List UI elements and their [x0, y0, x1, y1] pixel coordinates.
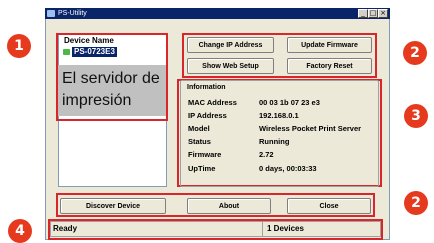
factory-reset-button[interactable]: Factory Reset	[287, 58, 372, 74]
close-button[interactable]: Close	[287, 198, 371, 214]
info-value: 192.168.0.1	[259, 111, 299, 120]
info-row-ip: IP Address 192.168.0.1	[0, 110, 434, 122]
callout-badge: 1	[7, 34, 31, 58]
minimize-button[interactable]: _	[358, 9, 368, 18]
callout-badge: 4	[8, 219, 32, 243]
info-key: UpTime	[188, 164, 216, 173]
change-ip-button[interactable]: Change IP Address	[187, 37, 274, 53]
status-bar	[50, 221, 381, 237]
information-title: Information	[186, 83, 227, 92]
status-divider	[262, 222, 263, 236]
maximize-button[interactable]: □	[368, 9, 378, 18]
info-value: 0 days, 00:03:33	[259, 164, 317, 173]
info-value: Running	[259, 137, 290, 146]
info-key: IP Address	[188, 111, 227, 120]
info-row-mac: MAC Address 00 03 1b 07 23 e3	[0, 97, 434, 109]
callout-badge: 2	[404, 191, 428, 215]
show-web-setup-button[interactable]: Show Web Setup	[187, 58, 274, 74]
update-firmware-button[interactable]: Update Firmware	[287, 37, 372, 53]
callout-badge: 2	[403, 41, 427, 65]
info-value: Wireless Pocket Print Server	[259, 124, 362, 133]
info-row-uptime: UpTime 0 days, 00:03:33	[0, 163, 434, 175]
callout-badge: 3	[404, 104, 428, 128]
info-key: Status	[188, 137, 211, 146]
info-key: Firmware	[188, 150, 222, 159]
close-window-button[interactable]: ×	[378, 9, 388, 18]
title-bar[interactable]: PS-Utility _ □ ×	[45, 8, 390, 19]
about-button[interactable]: About	[187, 198, 271, 214]
info-key: Model	[188, 124, 210, 133]
info-row-model: Model Wireless Pocket Print Server	[0, 123, 434, 135]
window-title: PS-Utility	[58, 10, 87, 17]
info-key: MAC Address	[188, 98, 237, 107]
info-row-status: Status Running	[0, 136, 434, 148]
device-count: 1 Devices	[267, 224, 304, 233]
info-value: 2.72	[259, 150, 274, 159]
app-icon	[47, 10, 55, 17]
status-text: Ready	[53, 224, 78, 233]
info-value: 00 03 1b 07 23 e3	[259, 98, 320, 107]
discover-device-button[interactable]: Discover Device	[60, 198, 166, 214]
info-row-firmware: Firmware 2.72	[0, 149, 434, 161]
